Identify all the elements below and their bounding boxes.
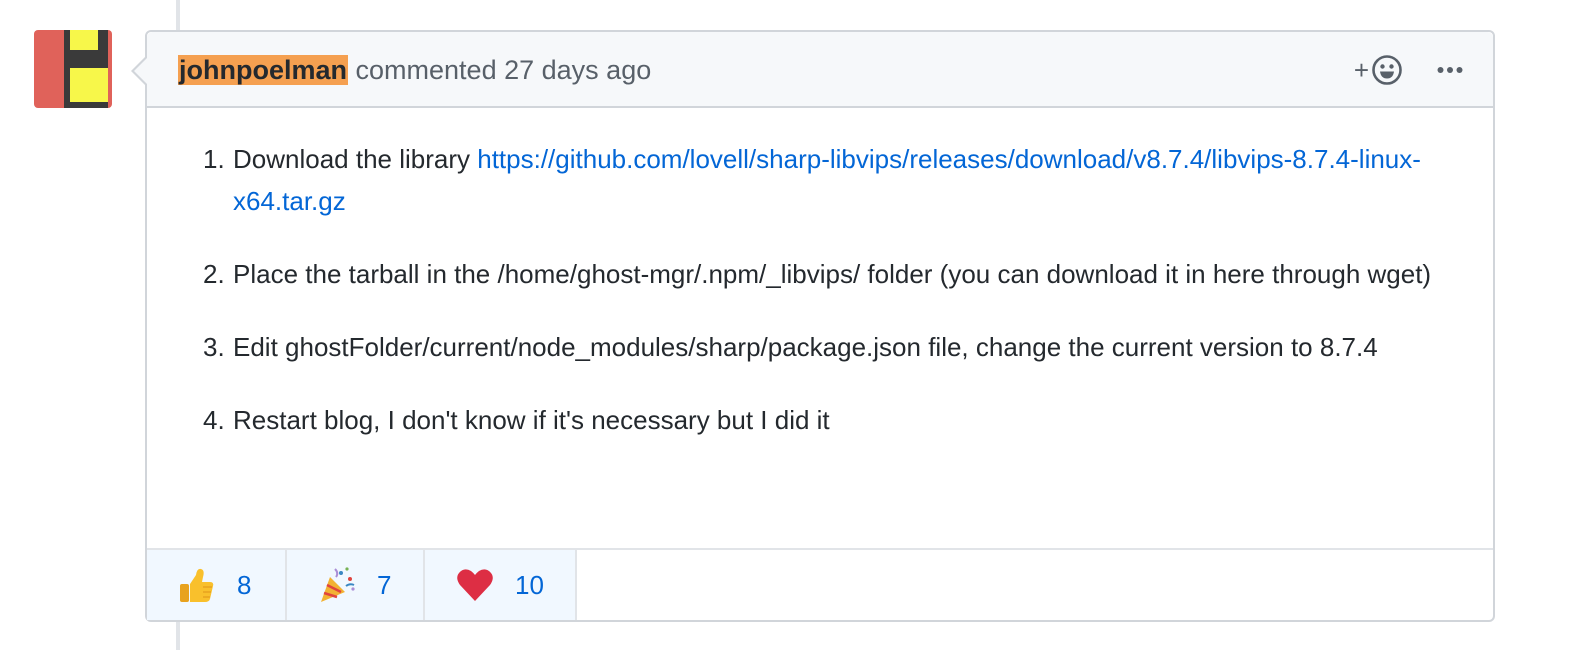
plus-label: + <box>1353 55 1369 85</box>
steps-list: Download the library https://github.com/… <box>203 138 1453 472</box>
comment-body: Download the library https://github.com/… <box>147 108 1493 548</box>
author-link[interactable]: johnpoelman <box>178 55 348 85</box>
header-actions: + <box>1354 52 1463 88</box>
party-popper-icon <box>317 565 357 605</box>
kebab-horizontal-icon <box>1437 67 1463 73</box>
step-text: Download the library <box>233 144 478 174</box>
avatar[interactable] <box>34 30 112 108</box>
list-item: Edit ghostFolder/current/node_modules/sh… <box>203 326 1453 368</box>
step-text: Restart blog, I don't know if it's neces… <box>233 405 830 435</box>
reaction-heart-button[interactable]: 10 <box>425 550 577 620</box>
more-options-button[interactable] <box>1437 66 1463 74</box>
comment-page: johnpoelman commented 27 days ago + Down… <box>0 0 1574 650</box>
comment-action: commented <box>355 55 497 85</box>
comment-header-text: johnpoelman commented 27 days ago <box>178 52 651 88</box>
reaction-count: 7 <box>377 569 392 600</box>
step-text: Edit ghostFolder/current/node_modules/sh… <box>233 332 1378 362</box>
comment-timestamp[interactable]: 27 days ago <box>504 55 651 85</box>
thumbs-up-icon <box>177 565 217 605</box>
avatar-identicon-icon <box>34 30 112 108</box>
add-reaction-button[interactable]: + <box>1354 54 1403 86</box>
comment-header: johnpoelman commented 27 days ago + <box>147 32 1493 108</box>
list-item: Restart blog, I don't know if it's neces… <box>203 399 1453 441</box>
smiley-icon <box>1372 55 1402 85</box>
list-item: Download the library https://github.com/… <box>203 138 1453 222</box>
step-text: Place the tarball in the /home/ghost-mgr… <box>233 259 1432 289</box>
reactions-spacer <box>577 550 1493 620</box>
reaction-thumbs-up-button[interactable]: 8 <box>147 550 287 620</box>
reaction-hooray-button[interactable]: 7 <box>287 550 425 620</box>
reaction-count: 8 <box>237 569 252 600</box>
reaction-count: 10 <box>515 569 544 600</box>
reactions-bar: 8 7 10 <box>147 548 1493 620</box>
list-item: Place the tarball in the /home/ghost-mgr… <box>203 253 1453 295</box>
heart-icon <box>455 565 495 605</box>
comment-box: johnpoelman commented 27 days ago + Down… <box>131 30 1495 622</box>
